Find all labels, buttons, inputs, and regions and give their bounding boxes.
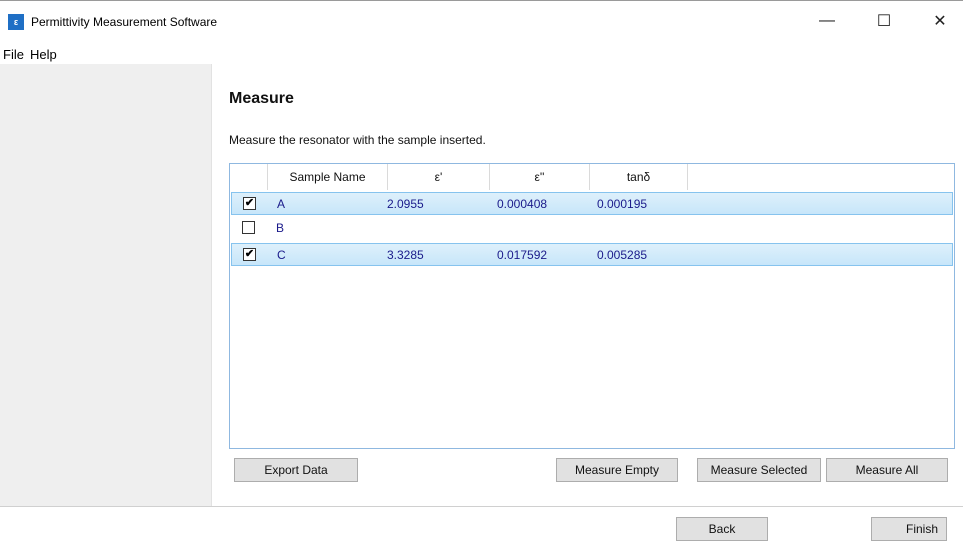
table-row[interactable]: B: [231, 217, 953, 240]
measure-selected-button[interactable]: Measure Selected: [697, 458, 821, 482]
maximize-button[interactable]: ☐: [861, 6, 907, 36]
window-top-border: [0, 0, 963, 1]
row-checkbox[interactable]: [242, 221, 255, 234]
sample-name-cell: C: [277, 248, 286, 262]
row-checkbox[interactable]: ✔: [243, 248, 256, 261]
eps-real-cell: 2.0955: [387, 197, 424, 211]
app-icon: ε: [8, 14, 24, 30]
sample-name-cell: B: [276, 221, 285, 235]
page-title: Measure: [229, 90, 294, 107]
header-tan-delta[interactable]: tanδ: [590, 164, 688, 190]
sample-list[interactable]: Sample Name ε' ε'' tanδ ✔ A 2.0955 0.000…: [229, 163, 955, 449]
header-checkbox-column[interactable]: [230, 164, 268, 190]
eps-imag-cell: 0.017592: [497, 248, 548, 262]
instructions-text: Measure the resonator with the sample in…: [229, 133, 486, 147]
header-eps-real[interactable]: ε': [388, 164, 490, 190]
menu-file[interactable]: File: [3, 47, 24, 62]
measure-all-button[interactable]: Measure All: [826, 458, 948, 482]
eps-real-cell: 3.3285: [387, 248, 424, 262]
row-checkbox[interactable]: ✔: [243, 197, 256, 210]
finish-button[interactable]: Finish: [871, 517, 947, 541]
header-eps-imag[interactable]: ε'': [490, 164, 590, 190]
sidebar-panel: [0, 64, 212, 506]
footer-bar: [0, 506, 963, 547]
sample-name-cell: A: [277, 197, 286, 211]
list-header: Sample Name ε' ε'' tanδ: [230, 164, 954, 190]
title-bar: ε Permittivity Measurement Software — ☐ …: [0, 0, 963, 44]
header-sample-name[interactable]: Sample Name: [268, 164, 388, 190]
tan-delta-cell: 0.000195: [597, 197, 648, 211]
menu-bar: File Help: [0, 44, 963, 64]
table-row[interactable]: ✔ A 2.0955 0.000408 0.000195: [231, 192, 953, 215]
eps-imag-cell: 0.000408: [497, 197, 548, 211]
table-row[interactable]: ✔ C 3.3285 0.017592 0.005285: [231, 243, 953, 266]
back-button[interactable]: Back: [676, 517, 768, 541]
measure-empty-button[interactable]: Measure Empty: [556, 458, 678, 482]
window-title: Permittivity Measurement Software: [31, 15, 218, 29]
minimize-button[interactable]: —: [804, 6, 850, 36]
menu-help[interactable]: Help: [30, 47, 57, 62]
close-button[interactable]: ✕: [917, 6, 963, 36]
tan-delta-cell: 0.005285: [597, 248, 648, 262]
export-data-button[interactable]: Export Data: [234, 458, 358, 482]
